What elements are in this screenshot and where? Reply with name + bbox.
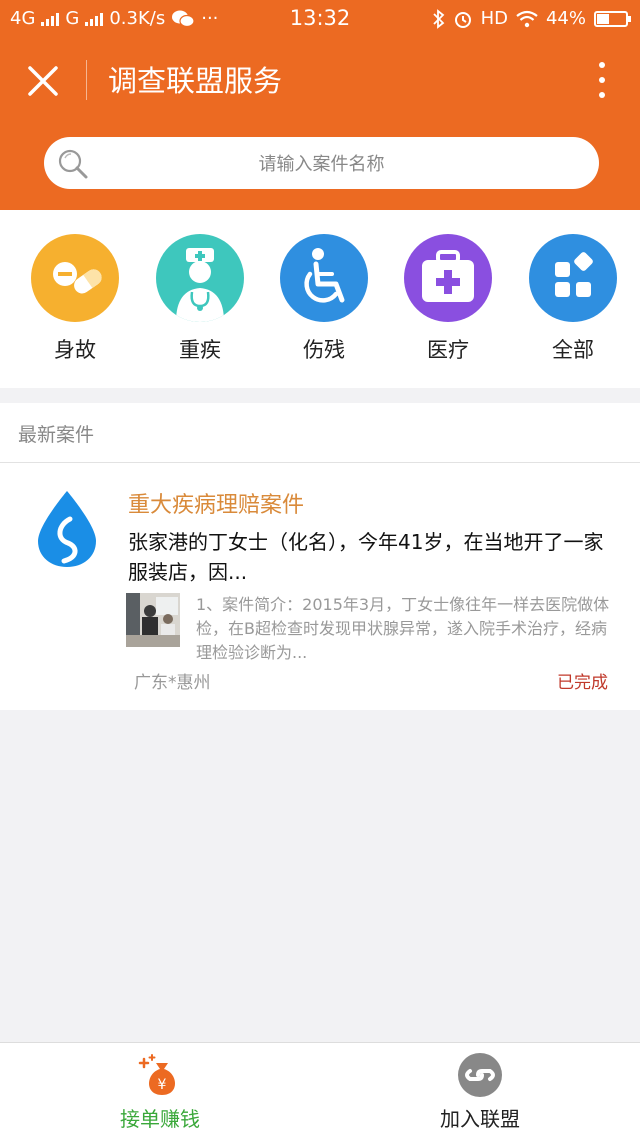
category-death[interactable]: 身故 (25, 234, 125, 364)
category-all[interactable]: 全部 (523, 234, 623, 364)
case-thumbnail (126, 593, 180, 647)
category-critical-illness[interactable]: 重疾 (150, 234, 250, 364)
svg-text:¥: ¥ (158, 1077, 167, 1093)
case-status-badge: 已完成 (557, 673, 608, 693)
alarm-icon (454, 11, 471, 28)
case-title: 重大疾病理赔案件 (128, 493, 305, 518)
search-input[interactable]: 请输入案件名称 (44, 137, 599, 189)
category-label: 全部 (552, 338, 594, 362)
pills-icon (31, 234, 119, 322)
wifi-icon (516, 10, 538, 27)
category-label: 医疗 (427, 338, 469, 362)
all-grid-icon (529, 234, 617, 322)
bluetooth-icon (432, 8, 444, 29)
wheelchair-icon (280, 234, 368, 322)
battery-icon (594, 10, 631, 27)
category-label: 身故 (54, 338, 96, 362)
latest-cases-header: 最新案件 (0, 403, 640, 463)
header-bar: 4G G 0.3K/s ··· 13:32 HD 44% 调查联盟服务 请输入案… (0, 0, 640, 210)
category-row: 身故 重疾 伤残 医疗 全部 (0, 210, 640, 388)
close-icon[interactable] (20, 58, 66, 104)
category-disability[interactable]: 伤残 (274, 234, 374, 364)
tab-label: 加入联盟 (440, 1107, 520, 1131)
medical-kit-icon (404, 234, 492, 322)
case-location: 广东*惠州 (134, 673, 211, 693)
title-divider (86, 60, 87, 100)
more-vertical-icon[interactable] (590, 60, 614, 100)
section-title: 最新案件 (18, 424, 95, 446)
bottom-tab-bar: ¥ 接单赚钱 加入联盟 (0, 1042, 640, 1138)
status-bar: 4G G 0.3K/s ··· 13:32 HD 44% (0, 0, 640, 38)
category-medical[interactable]: 医疗 (398, 234, 498, 364)
water-drop-icon (38, 491, 96, 567)
case-description: 1、案件简介：2015年3月，丁女士像往年一样去医院做体检，在B超检查时发现甲状… (196, 595, 610, 662)
tab-label: 接单赚钱 (120, 1107, 200, 1131)
title-bar: 调查联盟服务 (0, 40, 640, 120)
link-icon (458, 1053, 502, 1097)
search-placeholder: 请输入案件名称 (258, 154, 385, 175)
tab-join-alliance[interactable]: 加入联盟 (320, 1043, 640, 1138)
hd-label: HD (480, 8, 508, 29)
doctor-icon (156, 234, 244, 322)
category-label: 伤残 (303, 338, 345, 362)
money-bag-icon: ¥ (138, 1054, 175, 1095)
case-list-item[interactable]: 重大疾病理赔案件 张家港的丁女士（化名），今年41岁，在当地开了一家服装店，因.… (0, 463, 640, 710)
category-label: 重疾 (179, 338, 221, 362)
battery-percent: 44% (545, 8, 586, 29)
case-summary: 张家港的丁女士（化名），今年41岁，在当地开了一家服装店，因... (128, 530, 604, 584)
tab-earn-orders[interactable]: ¥ 接单赚钱 (0, 1043, 320, 1138)
page-title: 调查联盟服务 (108, 64, 283, 98)
